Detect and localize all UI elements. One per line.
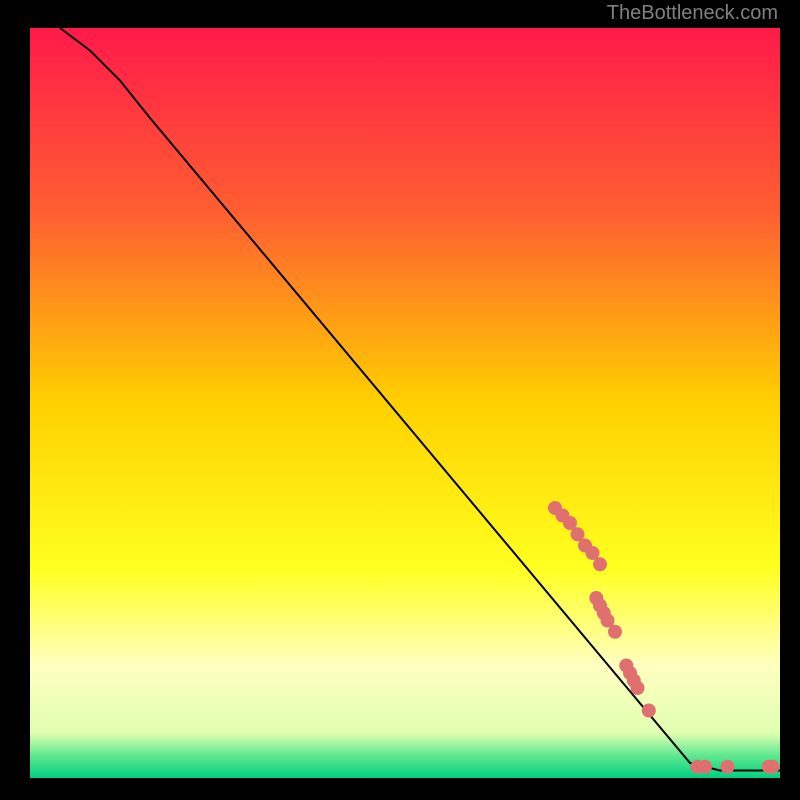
- data-marker: [721, 760, 735, 774]
- data-marker: [642, 704, 656, 718]
- data-marker: [608, 625, 622, 639]
- data-marker: [766, 760, 780, 774]
- data-marker: [593, 557, 607, 571]
- gradient-background: [30, 28, 780, 778]
- chart-svg: [30, 28, 780, 778]
- data-marker: [698, 760, 712, 774]
- attribution-text: TheBottleneck.com: [607, 2, 778, 25]
- chart-plot-area: [30, 28, 780, 778]
- data-marker: [631, 681, 645, 695]
